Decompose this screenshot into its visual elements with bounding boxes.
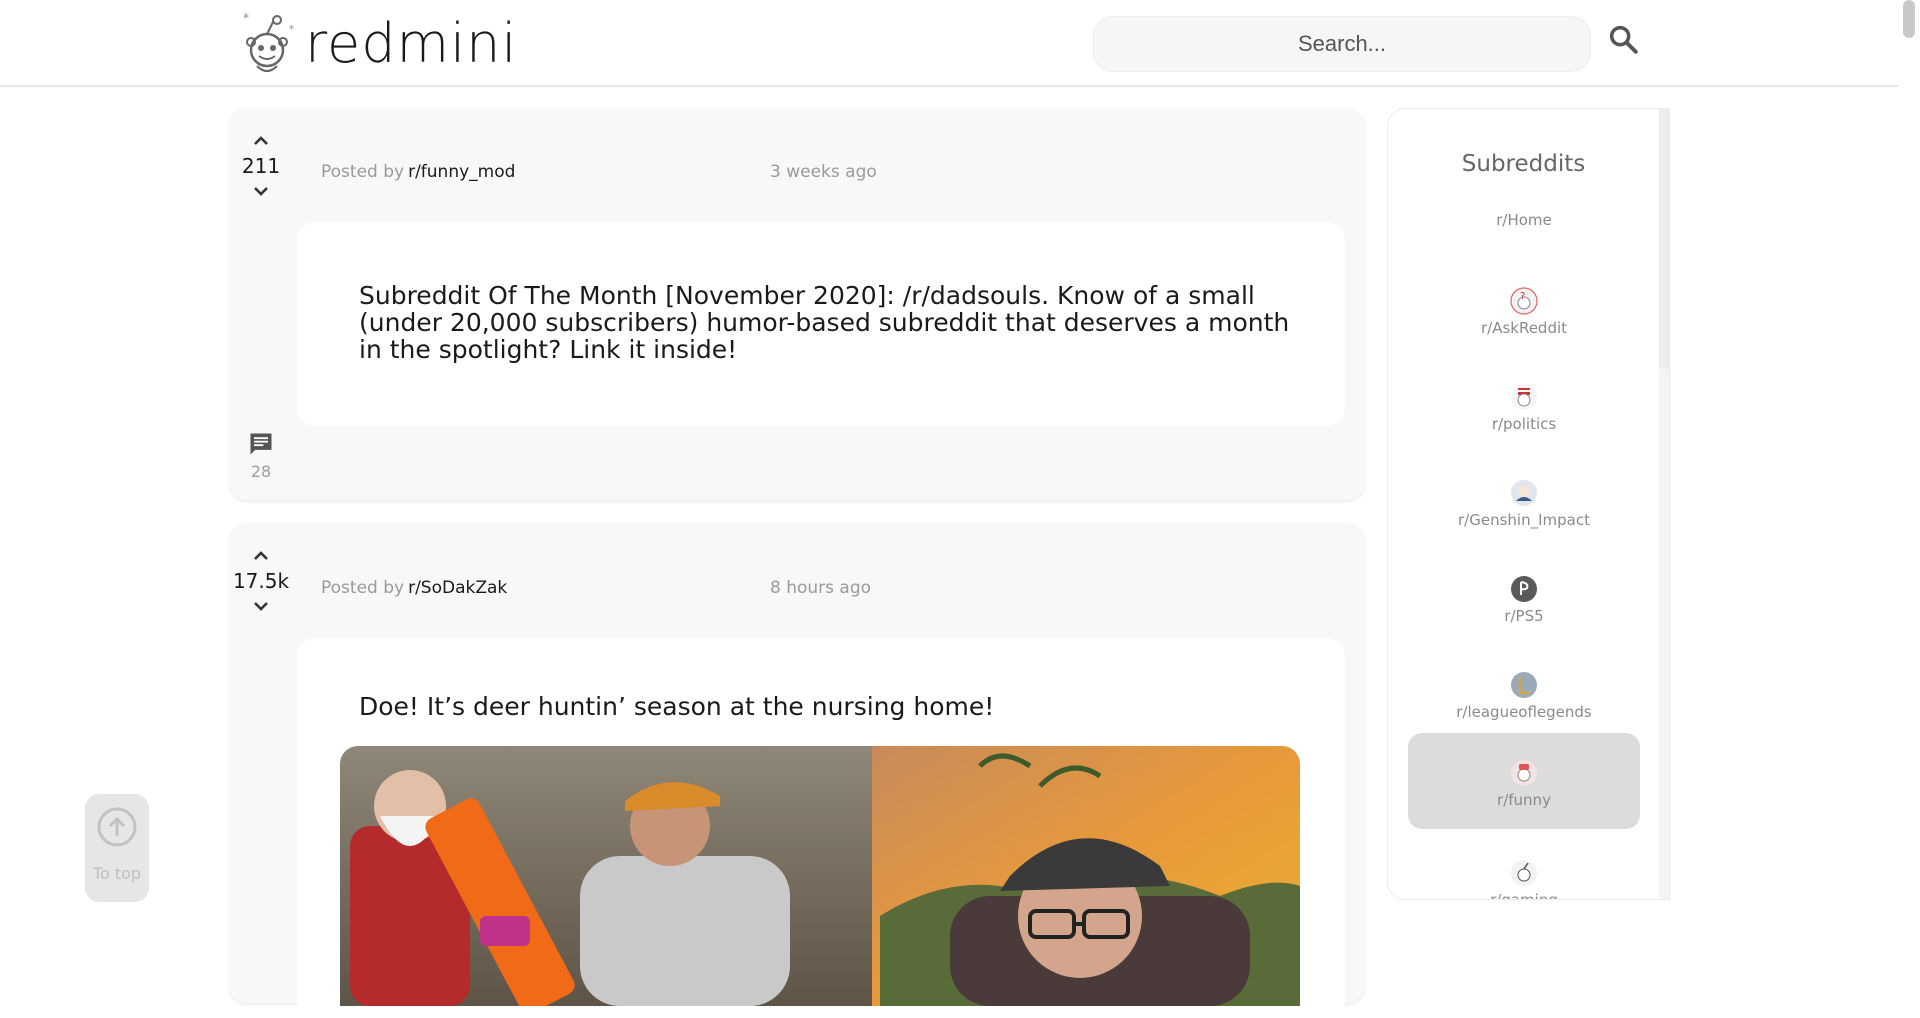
leagueoflegends-icon — [1511, 672, 1537, 698]
vote-controls: 211 — [229, 130, 293, 202]
post-title[interactable]: Subreddit Of The Month [November 2020]: … — [359, 282, 1299, 363]
genshin-icon — [1511, 480, 1537, 506]
post-author-link[interactable]: r/funny_mod — [408, 162, 515, 182]
sidebar-item-askreddit[interactable]: ? r/AskReddit — [1408, 277, 1640, 373]
upvote-icon[interactable] — [249, 545, 273, 565]
funny-icon — [1511, 760, 1537, 786]
posted-by-label: Posted by — [321, 578, 405, 598]
gaming-icon — [1511, 860, 1537, 886]
sidebar-item-label: r/PS5 — [1504, 607, 1544, 625]
sidebar-item-label: r/Home — [1496, 211, 1552, 229]
post-author-link[interactable]: r/SoDakZak — [408, 578, 507, 598]
post-score: 17.5k — [232, 569, 290, 593]
comments-button[interactable]: 28 — [229, 430, 293, 481]
page-scrollbar[interactable] — [1900, 0, 1920, 990]
sidebar-item-home[interactable]: r/Home — [1408, 181, 1640, 277]
downvote-icon[interactable] — [249, 597, 273, 617]
arrow-up-circle-icon — [97, 807, 137, 847]
sidebar-item-label: r/politics — [1491, 415, 1557, 433]
subreddits-sidebar: Subreddits r/Home ? r/AskReddit r/politi… — [1387, 108, 1670, 900]
post-card: 17.5k Posted by r/SoDakZak 8 hours ago Do… — [229, 523, 1365, 1018]
askreddit-icon: ? — [1510, 287, 1538, 315]
post-meta: Posted by r/SoDakZak — [321, 578, 507, 598]
sidebar-item-label: r/AskReddit — [1480, 319, 1568, 337]
svg-text:?: ? — [1520, 291, 1525, 302]
to-top-button[interactable]: To top — [85, 794, 149, 902]
sidebar-item-politics[interactable]: r/politics — [1408, 373, 1640, 469]
post-image[interactable] — [340, 746, 1300, 1006]
post-card: 211 Posted by r/funny_mod 3 weeks ago Sub… — [229, 108, 1365, 500]
search-icon[interactable] — [1606, 22, 1640, 56]
sidebar-item-label: r/leagueoflegends — [1456, 703, 1592, 721]
posted-by-label: Posted by — [321, 162, 405, 182]
upvote-icon[interactable] — [249, 130, 273, 150]
post-title[interactable]: Doe! It’s deer huntin’ season at the nur… — [359, 693, 1299, 720]
sidebar-item-label: r/Genshin_Impact — [1458, 511, 1590, 529]
logo[interactable]: * * redmini — [237, 8, 517, 78]
post-photo — [340, 746, 1300, 1006]
post-time: 3 weeks ago — [770, 162, 877, 182]
post-time: 8 hours ago — [770, 578, 872, 598]
sidebar-item-label: r/funny — [1497, 791, 1551, 809]
vote-controls: 17.5k — [229, 545, 293, 617]
logo-text: redmini — [305, 11, 518, 75]
post-meta: Posted by r/funny_mod — [321, 162, 515, 182]
sidebar-item-label: r/gaming — [1490, 891, 1558, 900]
snoo-logo-icon: * * — [243, 11, 294, 72]
sidebar-item-ps5[interactable]: r/PS5 — [1408, 565, 1640, 661]
sidebar-item-genshin[interactable]: r/Genshin_Impact — [1408, 469, 1640, 565]
playstation-icon — [1511, 576, 1537, 602]
sidebar-item-gaming[interactable]: r/gaming — [1408, 849, 1640, 900]
comment-count: 28 — [250, 462, 272, 481]
page-scroll-thumb[interactable] — [1903, 0, 1915, 38]
sidebar-scroll-thumb[interactable] — [1659, 109, 1669, 369]
search-input[interactable] — [1093, 16, 1591, 72]
header: * * redmini — [0, 0, 1898, 87]
comment-icon — [250, 433, 272, 455]
svg-text:*: * — [243, 11, 249, 25]
post-score: 211 — [241, 154, 281, 178]
post-content[interactable]: Subreddit Of The Month [November 2020]: … — [297, 222, 1345, 426]
sidebar-item-funny[interactable]: r/funny — [1408, 733, 1640, 829]
svg-text:*: * — [289, 24, 294, 35]
to-top-label: To top — [92, 864, 142, 883]
sidebar-title: Subreddits — [1461, 151, 1586, 177]
downvote-icon[interactable] — [249, 182, 273, 202]
politics-icon — [1511, 384, 1537, 410]
